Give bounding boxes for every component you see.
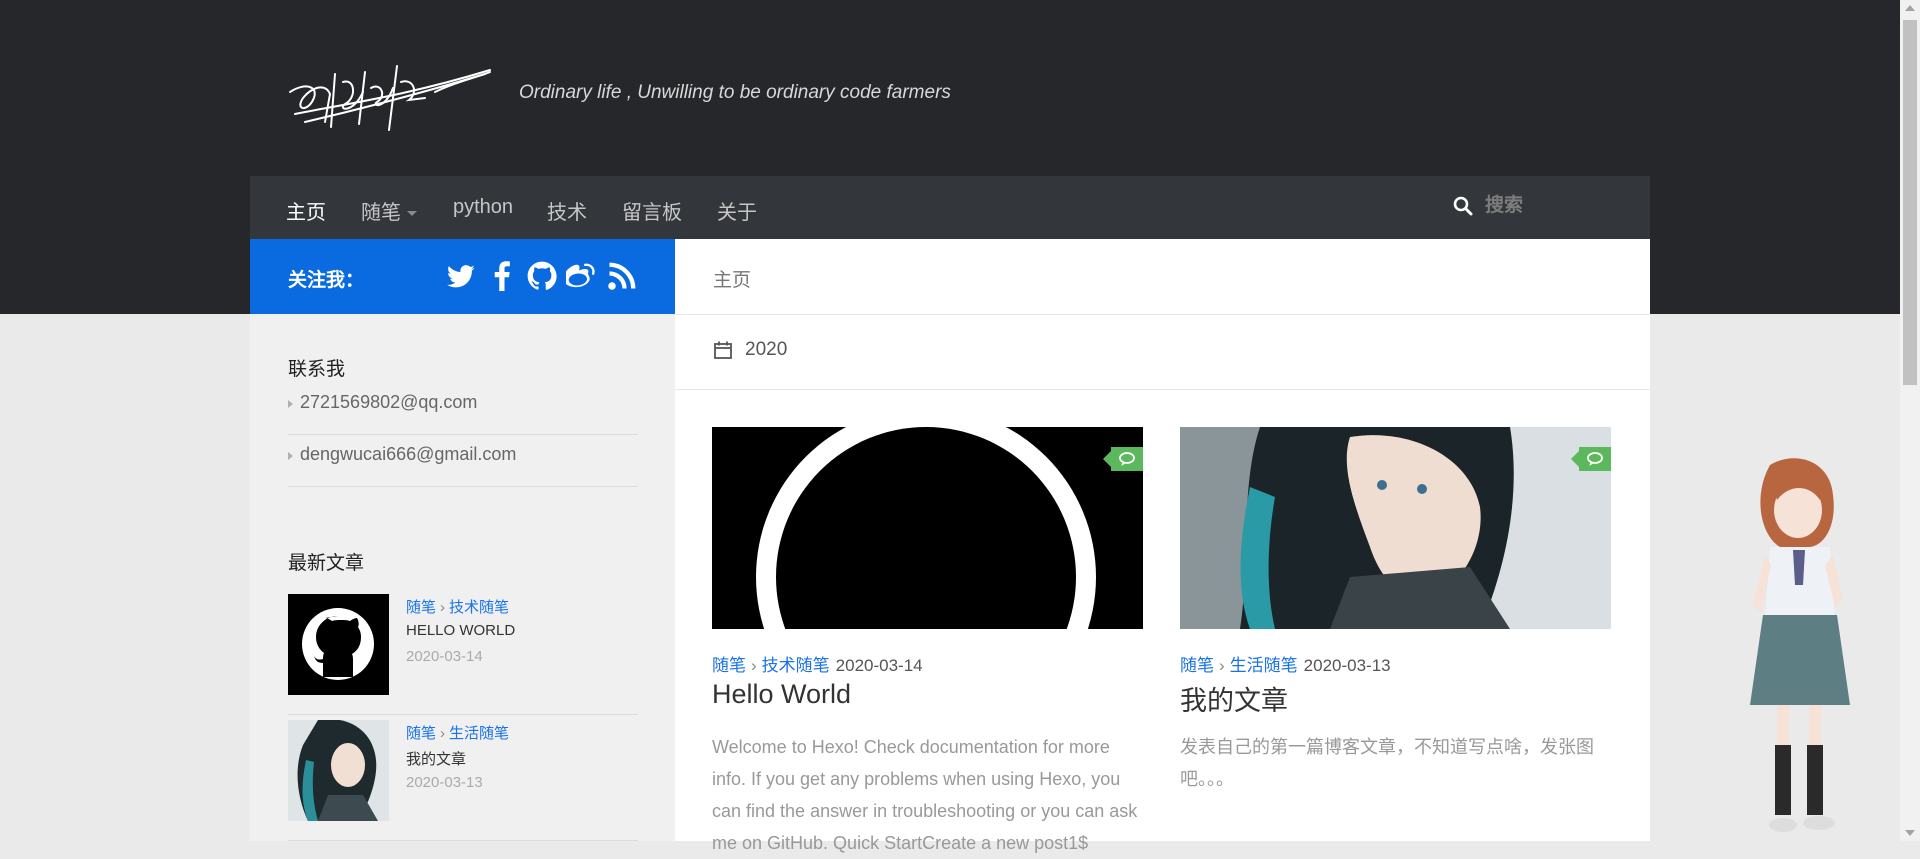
post-meta: 随笔 › 生活随笔 2020-03-13 — [1180, 651, 1391, 676]
comment-icon — [1587, 452, 1603, 466]
facebook-icon[interactable] — [487, 261, 517, 291]
github-icon[interactable] — [527, 261, 557, 291]
recent-post-categories: 随笔 › 技术随笔 — [406, 596, 509, 617]
nav-label: 主页 — [286, 202, 326, 224]
recent-post[interactable]: 随笔 › 生活随笔 我的文章 2020-03-13 — [288, 720, 638, 841]
nav-item-tech[interactable]: 技术 — [547, 196, 587, 225]
recent-post-date: 2020-03-14 — [406, 648, 483, 665]
rss-icon[interactable] — [607, 261, 637, 291]
bullet-icon — [288, 400, 293, 408]
chevron-right-icon: › — [440, 599, 446, 616]
contact-item[interactable]: dengwucai666@gmail.com — [288, 434, 638, 487]
recent-post-thumbnail[interactable] — [288, 720, 389, 821]
post-thumbnail[interactable] — [712, 427, 1143, 629]
recent-post-title[interactable]: 我的文章 — [406, 748, 466, 769]
nav-item-python[interactable]: python — [453, 196, 513, 219]
comment-badge[interactable] — [1103, 447, 1143, 471]
archive-year: 2020 — [745, 339, 788, 360]
post-meta: 随笔 › 技术随笔 2020-03-14 — [712, 651, 923, 676]
category-link[interactable]: 随笔 — [406, 725, 436, 742]
scrollbar-thumb[interactable] — [1903, 20, 1917, 385]
signature-logo[interactable] — [285, 52, 495, 136]
post-date: 2020-03-13 — [1303, 656, 1391, 675]
contact-title: 联系我 — [288, 359, 346, 380]
nav-label: 关于 — [717, 202, 757, 224]
site-tagline: Ordinary life , Unwilling to be ordinary… — [519, 82, 951, 103]
recent-title: 最新文章 — [288, 553, 365, 574]
category-link[interactable]: 生活随笔 — [449, 725, 509, 742]
divider — [675, 314, 1650, 315]
recent-post-categories: 随笔 › 生活随笔 — [406, 722, 509, 743]
category-link[interactable]: 技术随笔 — [762, 656, 830, 675]
nav-item-essay[interactable]: 随笔 — [361, 196, 417, 225]
nav-label: 留言板 — [622, 202, 682, 224]
nav-label: 随笔 — [361, 202, 401, 224]
chevron-down-icon — [407, 211, 417, 217]
nav-item-guestbook[interactable]: 留言板 — [622, 196, 682, 225]
recent-post-thumbnail[interactable] — [288, 594, 389, 695]
breadcrumb: 主页 — [713, 270, 752, 291]
search-box — [1453, 194, 1597, 218]
anime-mascot[interactable] — [1725, 455, 1875, 840]
follow-bar: 关注我： — [250, 239, 675, 314]
contact-email[interactable]: dengwucai666@gmail.com — [300, 444, 516, 465]
follow-label: 关注我： — [288, 270, 365, 291]
chevron-right-icon: › — [1219, 656, 1225, 675]
scroll-down-icon[interactable] — [1905, 830, 1915, 836]
nav-label: python — [453, 196, 514, 218]
scroll-up-icon[interactable] — [1905, 5, 1915, 11]
contact-item[interactable]: 2721569802@qq.com — [288, 382, 638, 435]
twitter-icon[interactable] — [446, 261, 476, 291]
category-link[interactable]: 技术随笔 — [449, 599, 509, 616]
comment-badge[interactable] — [1571, 447, 1611, 471]
chevron-right-icon: › — [751, 656, 757, 675]
contact-email[interactable]: 2721569802@qq.com — [300, 392, 477, 413]
recent-post-title[interactable]: HELLO WORLD — [406, 622, 515, 639]
main-content: 主页 2020 随笔 › 技术随笔 2020-03-14 Hello World… — [675, 239, 1650, 853]
category-link[interactable]: 生活随笔 — [1230, 656, 1298, 675]
comment-icon — [1119, 452, 1135, 466]
divider — [675, 389, 1650, 390]
category-link[interactable]: 随笔 — [406, 599, 436, 616]
nav-label: 技术 — [547, 202, 587, 224]
nav-item-about[interactable]: 关于 — [717, 196, 757, 225]
nav-item-home[interactable]: 主页 — [286, 196, 326, 225]
post-title[interactable]: 我的文章 — [1180, 679, 1288, 718]
post-thumbnail[interactable] — [1180, 427, 1611, 629]
category-link[interactable]: 随笔 — [712, 656, 746, 675]
search-icon[interactable] — [1453, 196, 1473, 216]
archive-heading: 2020 — [713, 339, 787, 361]
main-navbar: 主页 随笔 python 技术 留言板 关于 — [250, 176, 1650, 239]
post-title[interactable]: Hello World — [712, 679, 851, 710]
sidebar: 联系我 2721569802@qq.com dengwucai666@gmail… — [250, 314, 675, 841]
calendar-icon — [714, 341, 732, 359]
post-date: 2020-03-14 — [835, 656, 923, 675]
bullet-icon — [288, 452, 293, 460]
page-scrollbar[interactable] — [1900, 0, 1920, 841]
chevron-right-icon: › — [440, 725, 446, 742]
weibo-icon[interactable] — [566, 261, 596, 291]
search-input[interactable] — [1483, 194, 1597, 218]
post-excerpt: 发表自己的第一篇博客文章，不知道写点啥，发张图吧。。。 — [1180, 737, 1594, 789]
recent-post[interactable]: 随笔 › 技术随笔 HELLO WORLD 2020-03-14 — [288, 594, 638, 715]
recent-post-date: 2020-03-13 — [406, 774, 483, 791]
category-link[interactable]: 随笔 — [1180, 656, 1214, 675]
post-excerpt: Welcome to Hexo! Check documentation for… — [712, 737, 1138, 853]
